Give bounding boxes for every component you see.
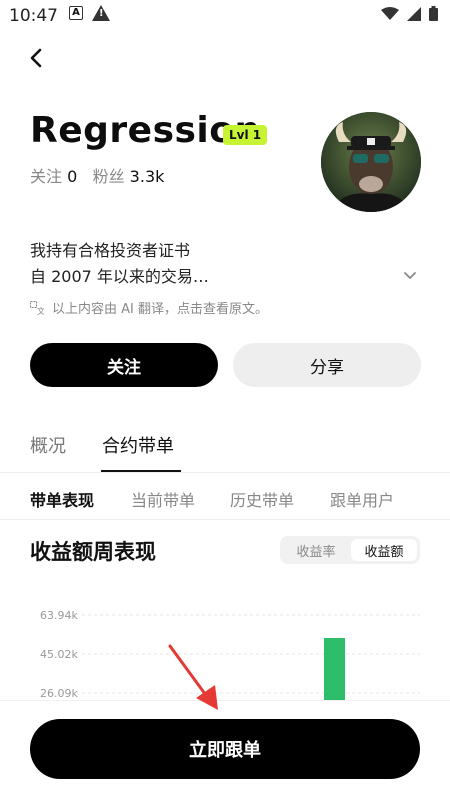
- share-button[interactable]: 分享: [233, 343, 421, 387]
- signal-icon: [407, 6, 421, 21]
- following-count: 0: [67, 167, 78, 186]
- bio-line-2: 自 2007 年以来的交易…: [30, 267, 209, 286]
- subtab-followers[interactable]: 跟单用户: [330, 487, 394, 511]
- back-arrow-icon[interactable]: [26, 44, 50, 72]
- copy-trade-button[interactable]: 立即跟单: [30, 719, 420, 779]
- subtab-history[interactable]: 历史带单: [230, 487, 294, 511]
- y-tick-label: 63.94k: [40, 609, 78, 622]
- svg-text:文: 文: [37, 306, 44, 315]
- y-tick-label: 26.09k: [40, 687, 78, 700]
- metric-toggle: 收益率 收益额: [280, 536, 420, 564]
- toggle-rate[interactable]: 收益率: [283, 539, 349, 561]
- follow-stats: 关注 0 粉丝 3.3k: [30, 163, 164, 187]
- tabs-divider: [0, 472, 450, 473]
- translate-icon: 文: [30, 300, 44, 315]
- followers-label: 粉丝: [92, 167, 125, 186]
- a-icon: A: [69, 6, 83, 20]
- follow-button[interactable]: 关注: [30, 343, 218, 387]
- status-icons: [381, 6, 438, 21]
- subtab-current[interactable]: 当前带单: [131, 487, 195, 511]
- y-tick-label: 45.02k: [40, 648, 78, 661]
- bio-line-1: 我持有合格投资者证书: [30, 241, 191, 260]
- subtabs-divider: [0, 519, 450, 520]
- translation-note[interactable]: 文 以上内容由 AI 翻译，点击查看原文。: [30, 298, 268, 317]
- followers-count: 3.3k: [129, 167, 165, 186]
- level-badge: Lvl 1: [223, 125, 268, 145]
- following-label: 关注: [30, 167, 63, 186]
- tab-copy-trading[interactable]: 合约带单: [102, 432, 174, 458]
- translation-text: 以上内容由 AI 翻译，点击查看原文。: [52, 302, 268, 317]
- annotation-arrow-icon: [168, 644, 218, 710]
- section-title: 收益额周表现: [30, 540, 156, 564]
- bio: 我持有合格投资者证书 自 2007 年以来的交易…: [30, 238, 209, 290]
- chevron-down-icon[interactable]: [400, 268, 420, 284]
- battery-icon: [429, 6, 438, 21]
- wifi-icon: [381, 6, 399, 20]
- tab-overview[interactable]: 概况: [30, 432, 66, 458]
- toggle-amount[interactable]: 收益额: [351, 539, 417, 561]
- subtab-performance[interactable]: 带单表现: [30, 487, 94, 511]
- avatar[interactable]: [321, 112, 421, 212]
- status-time: 10:47: [9, 6, 58, 26]
- chart-bar: [324, 638, 345, 700]
- bull-avatar-image: [321, 112, 421, 212]
- warning-icon: !: [92, 5, 110, 21]
